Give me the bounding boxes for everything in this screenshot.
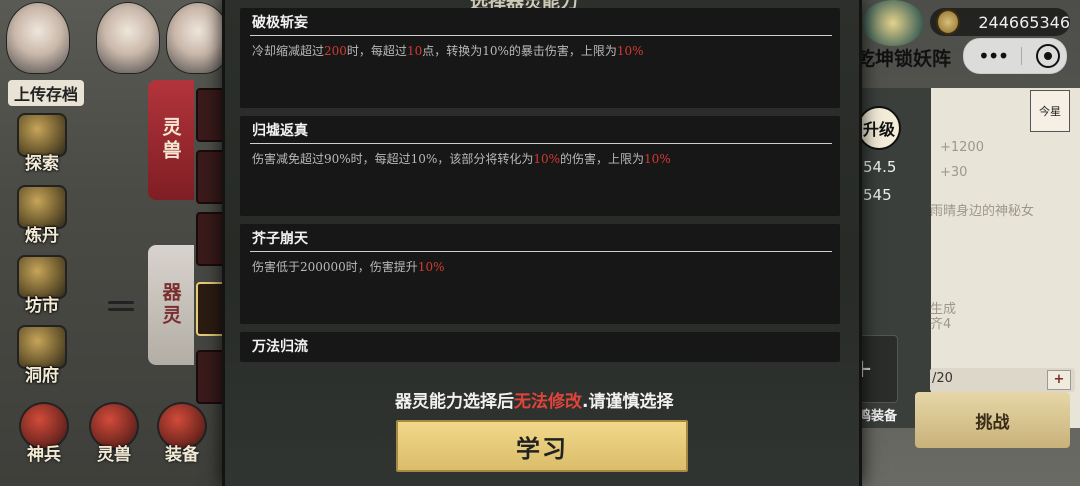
character-avatar[interactable] (166, 2, 230, 74)
stat-value: 545 (863, 186, 892, 204)
upload-save-label[interactable]: 上传存档 (8, 80, 85, 106)
nav-label: 神兵 (27, 445, 61, 465)
more-icon[interactable]: ••• (978, 44, 1009, 68)
stat-value: 54.5 (863, 158, 897, 176)
ability-description: 伤害减免超过90%时，每超过10%，该部分将转化为10%的伤害，上限为10% (252, 152, 671, 166)
selection-warning: 器灵能力选择后无法修改.请谨慎选择 (395, 392, 674, 412)
ability-description: 伤害低于200000时，伤害提升10% (252, 260, 445, 274)
upgrade-button[interactable]: 升级 (857, 106, 901, 150)
ability-card[interactable]: 归墟返真 伤害减免超过90%时，每超过10%，该部分将转化为10%的伤害，上限为… (240, 116, 840, 216)
currency-display: 244665346 (930, 8, 1070, 36)
stat-bonus: +30 (940, 165, 968, 180)
nav-label: 洞府 (25, 366, 59, 386)
count-text: /20 (932, 371, 953, 386)
description-text: 齐4 (930, 317, 952, 332)
ability-name: 万法归流 (252, 339, 308, 355)
nav-label: 炼丹 (25, 226, 59, 246)
ability-name: 归墟返真 (252, 123, 308, 139)
nav-equipment[interactable]: 装备 (152, 395, 212, 465)
character-avatar[interactable] (6, 2, 70, 74)
nav-cave[interactable]: 洞府 (12, 320, 72, 386)
nav-beast[interactable]: 灵兽 (84, 395, 144, 465)
close-miniprogram-icon[interactable] (1036, 44, 1061, 68)
nav-weapon[interactable]: 神兵 (14, 395, 74, 465)
description-text: 雨晴身边的神秘女 (930, 204, 1035, 219)
currency-value: 244665346 (978, 12, 1070, 32)
nav-label: 坊市 (25, 296, 59, 316)
count-plus-button[interactable]: + (1047, 370, 1071, 390)
count-bar: /20 + (930, 368, 1075, 392)
nav-label: 灵兽 (97, 445, 131, 465)
learn-button[interactable]: 学习 (396, 420, 688, 472)
tab-artifact-spirit[interactable]: 器灵 (148, 245, 194, 365)
game-emblem-icon (862, 0, 924, 46)
tab-spirit-beast[interactable]: 灵兽 (148, 80, 194, 200)
ability-card[interactable]: 破极斩妄 冷却缩减超过200时，每超过10点，转换为10%的暴击伤害，上限为10… (240, 8, 840, 108)
ability-description: 冷却缩减超过200时，每超过10点，转换为10%的暴击伤害，上限为10% (252, 44, 644, 58)
nav-alchemy[interactable]: 炼丹 (12, 180, 72, 246)
menu-icon[interactable] (108, 293, 134, 319)
miniprogram-capsule[interactable]: ••• (963, 38, 1067, 74)
ability-name: 芥子崩天 (252, 231, 308, 247)
nav-label: 探索 (25, 154, 59, 174)
stat-bonus: +1200 (940, 140, 984, 155)
ability-name: 破极斩妄 (252, 15, 308, 31)
ability-card[interactable]: 万法归流 (240, 332, 840, 362)
nav-explore[interactable]: 探索 (12, 108, 72, 174)
character-avatar[interactable] (96, 2, 160, 74)
challenge-button[interactable]: 挑战 (915, 392, 1070, 448)
coin-icon (936, 9, 961, 35)
game-title: 乾坤锁妖阵 (856, 48, 952, 70)
ability-card[interactable]: 芥子崩天 伤害低于200000时，伤害提升10% (240, 224, 840, 324)
nav-label: 装备 (165, 445, 199, 465)
seal-icon: 今星 (1030, 90, 1070, 132)
nav-market[interactable]: 坊市 (12, 250, 72, 316)
